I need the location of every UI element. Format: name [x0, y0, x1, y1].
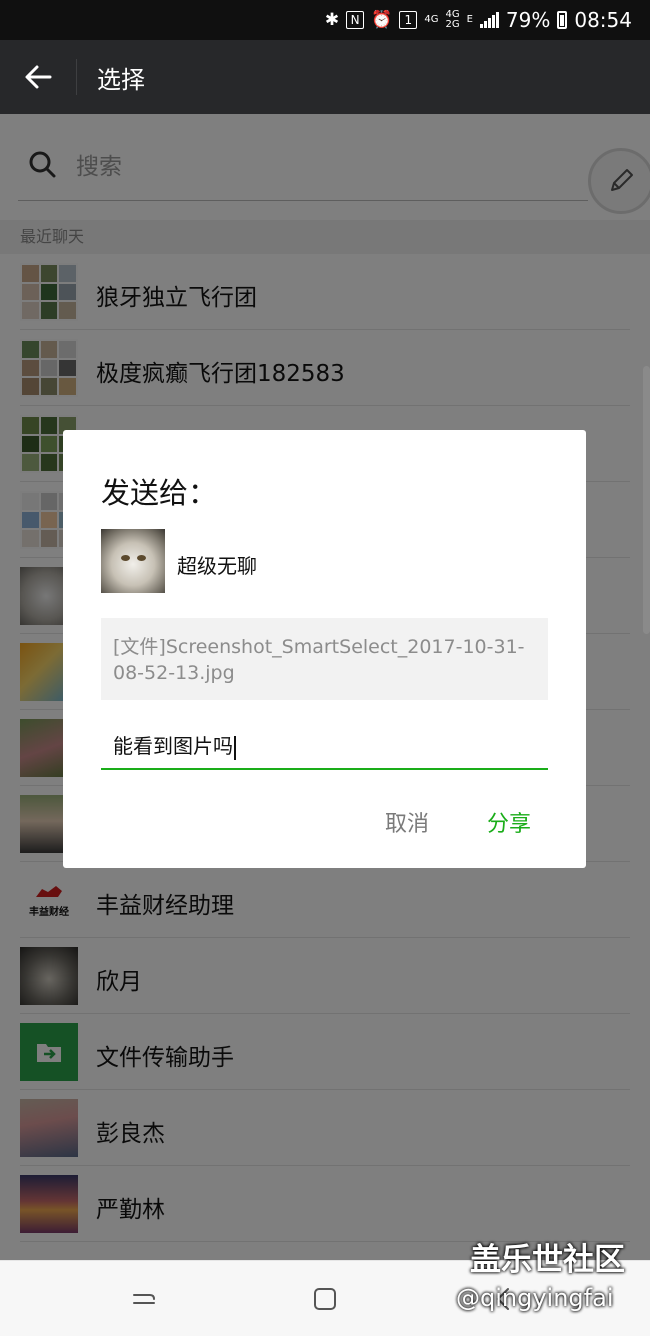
- page-title: 选择: [97, 65, 145, 94]
- scrollbar-thumb[interactable]: [643, 366, 650, 634]
- back-arrow-icon[interactable]: [0, 40, 76, 114]
- share-button[interactable]: 分享: [487, 806, 531, 838]
- dialog-title: 发送给：: [101, 476, 218, 510]
- cancel-button[interactable]: 取消: [385, 806, 429, 838]
- battery-percent: 79%: [505, 8, 551, 32]
- recipient-avatar: [101, 529, 165, 593]
- home-icon[interactable]: [311, 1285, 339, 1313]
- title-divider: [76, 59, 77, 95]
- battery-icon: [557, 11, 568, 29]
- text-caret: [234, 735, 236, 760]
- network-4g-label: 4G: [424, 14, 439, 25]
- watermark-title: 盖乐世社区: [470, 1242, 625, 1278]
- status-bar: ✱ N ⏰ 1 4G 4G 2G E 79% 08:54: [0, 0, 650, 40]
- edge-label: E: [466, 14, 473, 25]
- clock: 08:54: [574, 8, 632, 32]
- alarm-icon: ⏰: [371, 10, 393, 30]
- recipient-name: 超级无聊: [177, 554, 257, 578]
- watermark-handle: @qingyingfai: [456, 1284, 614, 1312]
- network-4g-2g-label: 4G 2G: [445, 10, 459, 30]
- nfc-icon: N: [346, 11, 365, 29]
- net2-bottom: 2G: [445, 19, 460, 30]
- bluetooth-icon: ✱: [324, 10, 340, 30]
- send-to-dialog: 发送给： 超级无聊 [文件]Screenshot_SmartSelect_201…: [63, 430, 586, 868]
- sim-slot-badge: 1: [399, 11, 418, 29]
- title-bar: 选择: [0, 40, 650, 114]
- signal-icon: [479, 12, 499, 28]
- file-preview: [文件]Screenshot_SmartSelect_2017-10-31-08…: [101, 618, 548, 700]
- message-text: 能看到图片吗: [113, 734, 233, 758]
- message-input[interactable]: 能看到图片吗: [101, 724, 548, 770]
- recent-apps-icon[interactable]: [130, 1285, 158, 1313]
